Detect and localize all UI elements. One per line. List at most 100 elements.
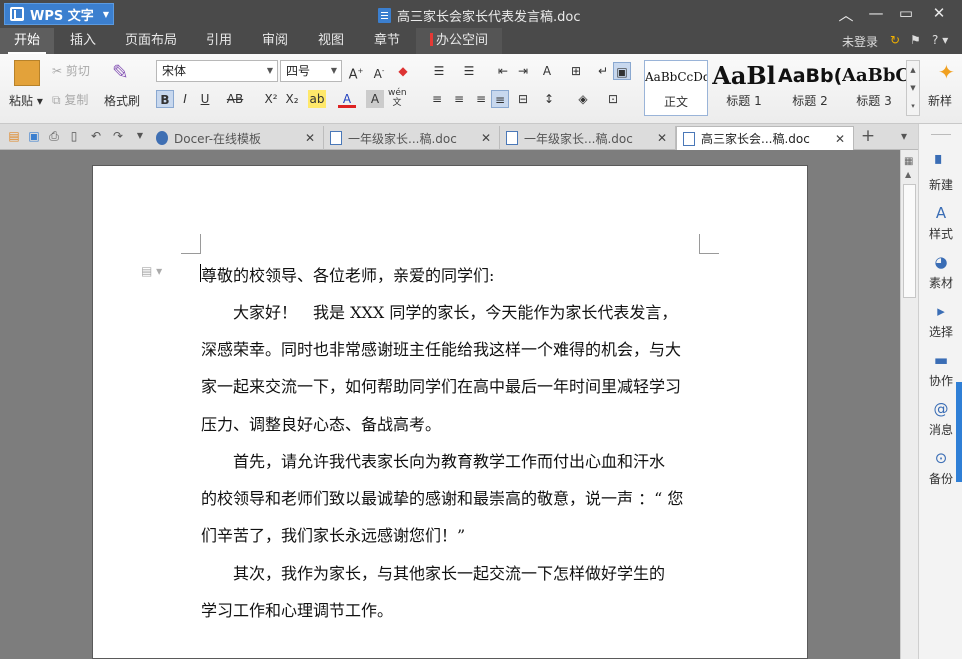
app-menu-button[interactable]: WPS 文字 ▼ [4, 3, 114, 25]
pane-material[interactable]: ◕ 素材 [919, 254, 962, 291]
quick-access-dropdown-icon[interactable]: ▼ [132, 128, 148, 144]
close-button[interactable]: ✕ [927, 4, 951, 22]
underline-button[interactable]: U [196, 90, 214, 108]
pane-style[interactable]: A 样式 [919, 205, 962, 242]
tab-page-layout[interactable]: 页面布局 [118, 28, 184, 54]
format-painter-button[interactable]: 格式刷 [104, 92, 140, 109]
scrollbar-thumb[interactable] [903, 184, 916, 298]
new-style-icon[interactable]: ✦ [938, 60, 955, 84]
pane-expand-handle[interactable] [956, 382, 962, 482]
increase-indent-icon[interactable]: ⇥ [514, 62, 532, 80]
close-tab-icon[interactable]: ✕ [835, 132, 845, 146]
split-view-icon[interactable]: ▦ [904, 156, 913, 167]
print-preview-icon[interactable]: ▯ [66, 128, 82, 144]
align-right-icon[interactable]: ≡ [472, 90, 490, 108]
close-tab-icon[interactable]: ✕ [657, 131, 667, 145]
maximize-button[interactable]: ▭ [894, 4, 918, 22]
document-icon [378, 8, 391, 23]
tab-review[interactable]: 审阅 [252, 28, 298, 54]
decrease-indent-icon[interactable]: ⇤ [494, 62, 512, 80]
help-button[interactable]: ? ▾ [932, 33, 948, 47]
doc-line: 深感荣幸。同时也非常感谢班主任能给我这样一个难得的机会，与大 [201, 340, 682, 359]
shrink-font-icon[interactable]: A- [370, 62, 388, 81]
font-size-select[interactable]: 四号 ▼ [280, 60, 342, 82]
at-sign-icon: @ [933, 400, 949, 418]
doc-tab-2[interactable]: 一年级家长...稿.doc ✕ [500, 126, 676, 150]
text-direction-icon[interactable]: A [538, 62, 556, 80]
tab-references[interactable]: 引用 [196, 28, 242, 54]
justify-icon[interactable]: ≡ [491, 90, 509, 108]
collapse-ribbon-button[interactable]: ︿ [834, 4, 858, 25]
tab-chapter[interactable]: 章节 [364, 28, 410, 54]
highlight-icon[interactable]: ab [308, 90, 326, 108]
redo-icon[interactable]: ↷ [110, 128, 126, 144]
paragraph-menu-icon[interactable]: ▤ ▾ [141, 264, 162, 278]
paste-button[interactable]: 粘贴 ▾ [9, 92, 43, 109]
phonetic-guide-icon[interactable]: wén 文 [388, 88, 407, 108]
new-style-button[interactable]: 新样 [928, 92, 952, 109]
close-tab-icon[interactable]: ✕ [305, 131, 315, 145]
new-doc-icon: ▘ [935, 155, 947, 173]
font-color-icon[interactable]: A [338, 90, 356, 108]
scroll-up-icon[interactable]: ▲ [905, 170, 911, 179]
char-shading-icon[interactable]: A [366, 90, 384, 108]
doc-tab-active[interactable]: 高三家长会...稿.doc ✕ [676, 126, 854, 150]
subscript-button[interactable]: X₂ [283, 90, 301, 108]
style-heading-3[interactable]: AaBbC 标题 3 [842, 60, 906, 116]
show-marks-icon[interactable]: ↵ [594, 62, 612, 80]
doc-tab-docer[interactable]: Docer-在线模板 ✕ [150, 126, 324, 150]
open-file-icon[interactable]: ▤ [6, 128, 22, 144]
table-icon[interactable]: ⊞ [567, 62, 585, 80]
style-heading-1[interactable]: AaBl 标题 1 [712, 60, 776, 116]
print-icon[interactable]: ⎙ [46, 128, 62, 144]
tab-list-icon[interactable]: ▾ [896, 128, 912, 144]
tab-office-space[interactable]: 办公空间 [416, 28, 502, 54]
bold-button[interactable]: B [156, 90, 174, 108]
text-box-icon[interactable]: ▣ [613, 62, 631, 80]
font-name-select[interactable]: 宋体 ▼ [156, 60, 278, 82]
settings-icon[interactable]: ⚑ [910, 33, 921, 47]
style-heading-2[interactable]: AaBb( 标题 2 [778, 60, 842, 116]
new-tab-icon[interactable]: + [860, 128, 876, 145]
save-icon[interactable]: ▣ [26, 128, 42, 144]
distributed-align-icon[interactable]: ⊟ [514, 90, 532, 108]
margin-corner [181, 234, 201, 254]
align-left-icon[interactable]: ≡ [428, 90, 446, 108]
close-tab-icon[interactable]: ✕ [481, 131, 491, 145]
style-normal[interactable]: AaBbCcDd 正文 [644, 60, 708, 116]
cut-button[interactable]: ✂ 剪切 [52, 62, 90, 79]
numbered-list-icon[interactable]: ☰ [460, 62, 478, 80]
bullet-list-icon[interactable]: ☰ [430, 62, 448, 80]
login-status[interactable]: 未登录 [842, 33, 878, 50]
doc-file-icon [683, 131, 695, 146]
italic-button[interactable]: I [176, 90, 194, 108]
copy-button[interactable]: ⧉ 复制 [52, 91, 88, 108]
document-page[interactable]: ▤ ▾ 尊敬的校领导、各位老师，亲爱的同学们: 大家好！ 我是 XXX 同学的家… [92, 165, 808, 659]
superscript-button[interactable]: X² [262, 90, 280, 108]
style-gallery-scroll[interactable]: ▲ ▼ ▾ [906, 60, 920, 116]
strikethrough-button[interactable]: AB [226, 90, 244, 108]
grow-font-icon[interactable]: A+ [347, 62, 365, 82]
pane-new[interactable]: ▘ 新建 [919, 156, 962, 193]
skin-icon[interactable]: ↻ [890, 33, 900, 47]
line-spacing-icon[interactable]: ↕ [540, 90, 558, 108]
material-icon: ◕ [934, 253, 948, 271]
borders-icon[interactable]: ⊡ [604, 90, 622, 108]
paste-icon[interactable] [14, 60, 40, 86]
undo-icon[interactable]: ↶ [88, 128, 104, 144]
doc-line: 们辛苦了，我们家长永远感谢您们！” [201, 526, 466, 545]
doc-tab-1[interactable]: 一年级家长...稿.doc ✕ [324, 126, 500, 150]
tab-view[interactable]: 视图 [308, 28, 354, 54]
format-painter-icon[interactable]: ✎ [112, 60, 134, 84]
backup-icon: ⊙ [934, 449, 948, 467]
align-center-icon[interactable]: ≡ [450, 90, 468, 108]
tab-insert[interactable]: 插入 [60, 28, 106, 54]
shading-icon[interactable]: ◈ [574, 90, 592, 108]
chevron-down-icon: ▼ [102, 9, 109, 19]
tab-home[interactable]: 开始 [0, 28, 54, 54]
pane-select[interactable]: ▸ 选择 [919, 303, 962, 340]
clear-format-icon[interactable]: ◆ [394, 62, 412, 80]
select-icon: ▸ [937, 302, 945, 320]
minimize-button[interactable]: — [864, 4, 888, 22]
vertical-scrollbar[interactable]: ▦ ▲ [900, 150, 918, 659]
